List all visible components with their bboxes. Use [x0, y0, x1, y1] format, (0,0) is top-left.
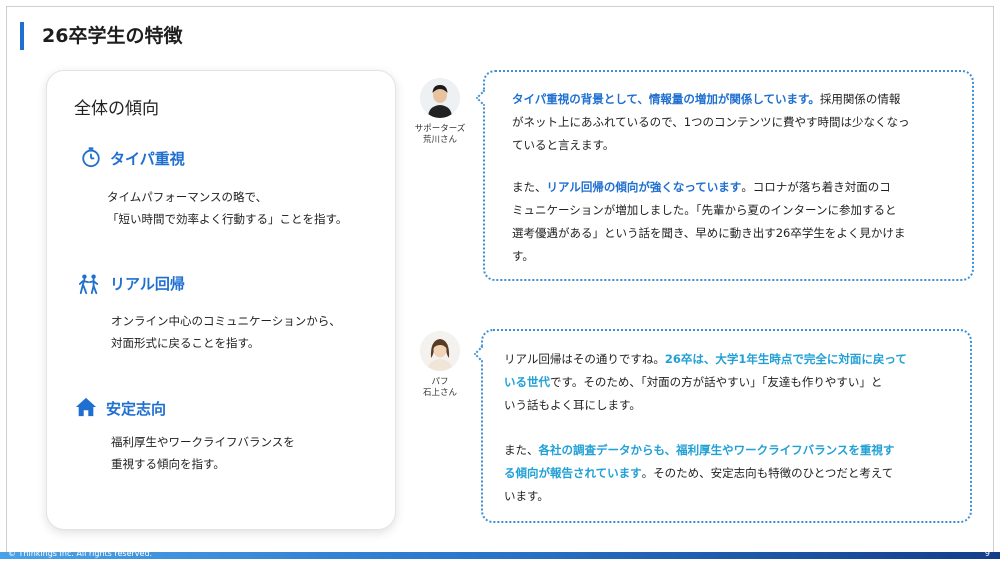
- bubble2-highlight-survey-a: 各社の調査データからも、福利厚生やワークライフバランスを重視す: [538, 443, 895, 457]
- item-desc-real-line2: 対面形式に戻ることを指す。: [111, 336, 260, 350]
- woman-avatar-icon: [420, 331, 460, 371]
- man-avatar-icon: [420, 78, 460, 118]
- page-number: 9: [984, 549, 990, 558]
- item-desc-real-line1: オンライン中心のコミュニケーションから、: [111, 314, 341, 328]
- bubble2-line1: リアル回帰はその通りですね。26卒は、大学1年生時点で完全に対面に戻って: [504, 348, 907, 371]
- bubble2-line5-rest: 。そのため、安定志向も特徴のひとつだと考えて: [641, 466, 894, 480]
- bubble1-line1-rest: 採用関係の情報: [819, 92, 901, 106]
- bubble1-line4: また、リアル回帰の傾向が強くなっています。コロナが落ち着き対面のコ: [512, 176, 891, 199]
- slide: 26卒学生の特徴 全体の傾向 タイパ重視 タイムパフォーマンスの略で、 「短い時…: [0, 0, 1000, 570]
- bubble1-p2-pre: また、: [512, 180, 547, 194]
- item-desc-antei-line2: 重視する傾向を指す。: [111, 457, 225, 471]
- home-icon: [75, 397, 97, 417]
- bubble1-line4-rest: 。コロナが落ち着き対面のコ: [741, 180, 891, 194]
- speaker-avatar-arakawa: [420, 78, 460, 118]
- bubble2-highlight-survey-b: る傾向が報告されています: [504, 466, 642, 480]
- footer-copyright: © Thinkings Inc. All rights reserved.: [8, 549, 153, 558]
- item-title-real: リアル回帰: [110, 275, 185, 293]
- bubble1-highlight-real: リアル回帰の傾向が強くなっています: [546, 180, 742, 194]
- bubble2-highlight-26sotsu-b: いる世代: [504, 375, 550, 389]
- bubble1-line6: 選考優遇がある」という話を聞き、早めに動き出す26卒学生をよく見かけま: [512, 226, 906, 240]
- bubble1-line1: タイパ重視の背景として、情報量の増加が関係しています。採用関係の情報: [512, 88, 900, 111]
- speaker-name-ishigami: 石上さん: [422, 388, 457, 398]
- speaker-avatar-ishigami: [420, 331, 460, 371]
- bubble2-line4: また、各社の調査データからも、福利厚生やワークライフバランスを重視す: [504, 439, 894, 462]
- speaker-name-arakawa: 荒川さん: [422, 135, 457, 145]
- overall-trend-heading: 全体の傾向: [74, 99, 159, 119]
- bubble1-line2: がネット上にあふれているので、1つのコンテンツに費やす時間は少なくなっ: [512, 115, 910, 129]
- bubble2-highlight-26sotsu-a: 26卒は、大学1年生時点で完全に対面に戻って: [664, 352, 907, 366]
- slide-title: 26卒学生の特徴: [42, 25, 183, 47]
- bubble2-line2-rest: です。そのため、「対面の方が話やすい」「友達も作りやすい」と: [550, 375, 883, 389]
- frame-border-top: [6, 6, 994, 7]
- stopwatch-icon: [82, 147, 100, 168]
- bubble2-line5: る傾向が報告されています。そのため、安定志向も特徴のひとつだと考えて: [504, 462, 893, 485]
- item-desc-taipa-line2: 「短い時間で効率よく行動する」ことを指す。: [107, 212, 348, 226]
- item-title-taipa: タイパ重視: [110, 150, 185, 168]
- bubble2-p1-pre: リアル回帰はその通りですね。: [504, 352, 665, 366]
- bubble1-highlight-taipa: タイパ重視の背景として、情報量の増加が関係しています。: [512, 92, 820, 106]
- title-accent-bar: [20, 22, 24, 50]
- bubble2-p2-pre: また、: [504, 443, 539, 457]
- item-title-antei: 安定志向: [106, 400, 167, 418]
- frame-border-right: [993, 6, 994, 554]
- bubble2-line3: いう話もよく耳にします。: [504, 398, 641, 412]
- bubble1-line7: す。: [512, 249, 534, 263]
- people-icon: [78, 274, 99, 295]
- bubble1-line5: ミュニケーションが増加しました。「先輩から夏のインターンに参加すると: [512, 203, 897, 217]
- bubble2-line2: いる世代です。そのため、「対面の方が話やすい」「友達も作りやすい」と: [504, 371, 882, 394]
- frame-border-left: [6, 6, 7, 554]
- bubble1-line3: ていると言えます。: [512, 138, 615, 152]
- item-desc-antei-line1: 福利厚生やワークライフバランスを: [111, 435, 295, 449]
- item-desc-taipa-line1: タイムパフォーマンスの略で、: [107, 190, 268, 204]
- bubble2-line6: います。: [504, 489, 549, 503]
